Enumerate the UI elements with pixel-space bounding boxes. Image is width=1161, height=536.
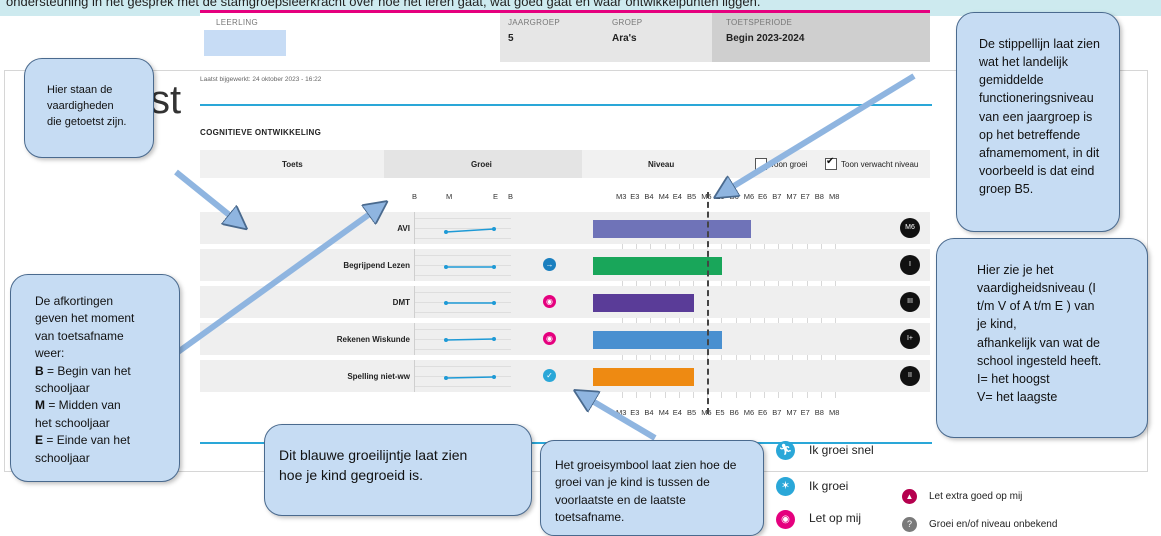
abbrev-m-key: M — [35, 398, 45, 413]
bubble-symbol: Het groeisymbool laat zien hoe de groei … — [540, 440, 764, 536]
abbrev-b-text: = Begin van het schooljaar — [35, 363, 131, 395]
bubble-level: Hier zie je het vaardigheidsniveau (I t/… — [936, 238, 1148, 438]
arrow-dashed — [724, 73, 916, 192]
arrow-symbol — [584, 396, 657, 441]
abbrev-e-text: = Einde van het schooljaar — [35, 433, 131, 465]
abbrev-m-text: = Midden van het schooljaar — [35, 398, 121, 430]
bubble-level-text: Hier zie je het vaardigheidsniveau (I t/… — [977, 263, 1102, 404]
abbrev-b-key: B — [35, 363, 44, 378]
arrow-skills — [174, 169, 238, 222]
bubble-growline-text: Dit blauwe groeilijntje laat zien hoe je… — [279, 447, 468, 484]
bubble-skills-text: Hier staan de vaardigheden die getoetst … — [47, 84, 127, 128]
bubble-dashed-line: De stippellijn laat zien wat het landeli… — [956, 12, 1120, 232]
bubble-symbol-text: Het groeisymbool laat zien hoe de groei … — [555, 458, 737, 525]
bubble-abbrev-intro: De afkortingen geven het moment van toet… — [35, 294, 135, 361]
bubble-skills: Hier staan de vaardigheden die getoetst … — [24, 58, 154, 158]
arrow-abbrev — [176, 208, 378, 355]
bubble-abbreviations: De afkortingen geven het moment van toet… — [10, 274, 180, 482]
bubble-growline: Dit blauwe groeilijntje laat zien hoe je… — [264, 424, 532, 516]
abbrev-e-key: E — [35, 433, 44, 448]
bubble-dashed-text: De stippellijn laat zien wat het landeli… — [979, 37, 1100, 196]
